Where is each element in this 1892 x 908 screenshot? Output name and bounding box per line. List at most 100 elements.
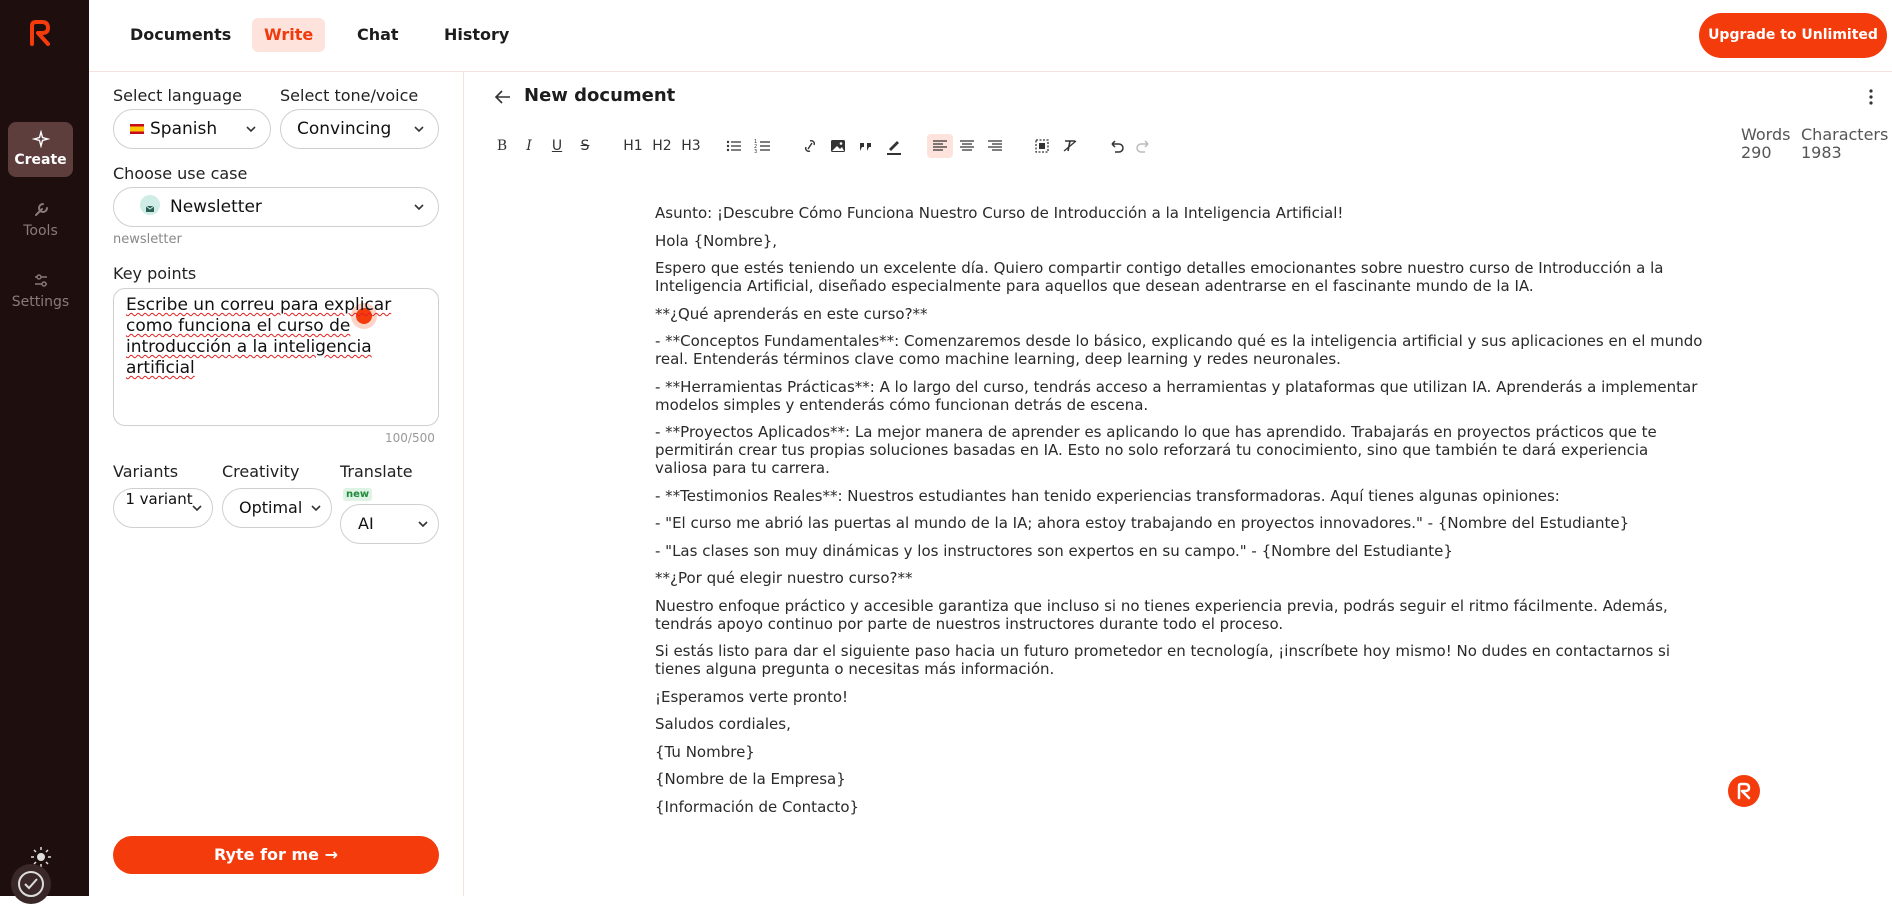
tone-select[interactable]: Convincing xyxy=(280,109,439,149)
check-clock-icon xyxy=(18,871,44,897)
app-rail: Create Tools Settings xyxy=(0,0,89,904)
doc-paragraph: **¿Por qué elegir nuestro curso?** xyxy=(655,569,913,587)
document-body[interactable]: Asunto: ¡Descubre Cómo Funciona Nuestro … xyxy=(655,204,1705,825)
spain-flag-icon xyxy=(130,124,144,134)
usecase-select[interactable]: Newsletter xyxy=(113,187,439,227)
numbered-list-icon[interactable]: 123 xyxy=(754,134,772,158)
h2-button[interactable]: H2 xyxy=(651,134,673,158)
ryte-logo-icon xyxy=(1737,782,1751,800)
chevron-down-icon xyxy=(418,521,428,528)
bold-button[interactable]: B xyxy=(493,134,511,158)
usecase-label: Choose use case xyxy=(113,164,248,183)
rail-settings[interactable]: Settings xyxy=(8,264,73,319)
h1-button[interactable]: H1 xyxy=(622,134,644,158)
h3-button[interactable]: H3 xyxy=(680,134,702,158)
tab-chat[interactable]: Chat xyxy=(345,18,411,52)
doc-paragraph: - "Las clases son muy dinámicas y los in… xyxy=(655,541,1453,560)
document-title[interactable]: New document xyxy=(524,85,675,106)
doc-paragraph: Espero que estés teniendo un excelente d… xyxy=(655,259,1664,295)
rail-settings-label: Settings xyxy=(11,294,70,310)
select-all-icon[interactable] xyxy=(1033,134,1051,158)
underline-button[interactable]: U xyxy=(548,134,566,158)
wrench-icon xyxy=(34,203,48,216)
svg-text:3: 3 xyxy=(754,149,757,155)
doc-paragraph: Si estás listo para dar el siguiente pas… xyxy=(655,642,1671,678)
language-value: Spanish xyxy=(150,119,218,139)
doc-paragraph: - **Conceptos Fundamentales**: Comenzare… xyxy=(655,332,1703,368)
doc-paragraph: {Tu Nombre} xyxy=(655,742,755,761)
characters-value: 1983 xyxy=(1801,143,1842,162)
tab-documents[interactable]: Documents xyxy=(118,18,243,52)
doc-paragraph: - **Testimonios Reales**: Nuestros estud… xyxy=(655,486,1560,505)
link-icon[interactable] xyxy=(801,134,819,158)
character-count: Characters 1983 xyxy=(1801,126,1888,162)
tab-write[interactable]: Write xyxy=(252,18,326,52)
usecase-value: Newsletter xyxy=(170,197,262,217)
doc-paragraph: ¡Esperamos verte pronto! xyxy=(655,687,849,706)
chevron-down-icon xyxy=(246,126,256,133)
variants-label: Variants xyxy=(113,462,179,481)
align-center-icon[interactable] xyxy=(958,134,976,158)
rail-tools[interactable]: Tools xyxy=(8,193,73,248)
arrow-left-icon[interactable] xyxy=(494,88,512,106)
upgrade-button[interactable]: Upgrade to Unlimited xyxy=(1699,13,1887,58)
italic-button[interactable]: I xyxy=(520,134,538,158)
clear-format-icon[interactable] xyxy=(1061,134,1079,158)
tone-label: Select tone/voice xyxy=(280,86,419,105)
avatar[interactable] xyxy=(11,864,51,904)
language-select[interactable]: Spanish xyxy=(113,109,271,149)
doc-paragraph: - **Herramientas Prácticas**: A lo largo… xyxy=(655,377,1698,414)
doc-paragraph: {Información de Contacto} xyxy=(655,797,860,816)
creativity-label: Creativity xyxy=(222,462,300,481)
words-value: 290 xyxy=(1741,143,1772,162)
usecase-hint: newsletter xyxy=(113,232,182,247)
creativity-value: Optimal xyxy=(239,498,303,517)
language-label: Select language xyxy=(113,86,242,105)
sparkles-icon xyxy=(31,130,50,148)
doc-paragraph: - **Proyectos Aplicados**: La mejor mane… xyxy=(655,423,1657,477)
doc-paragraph: Saludos cordiales, xyxy=(655,715,791,733)
variants-value: 1 variant xyxy=(125,490,193,508)
align-left-icon[interactable] xyxy=(927,134,953,158)
undo-icon[interactable] xyxy=(1107,134,1125,158)
mail-icon xyxy=(140,195,160,215)
ryte-for-me-button[interactable]: Ryte for me → xyxy=(113,836,439,874)
characters-label: Characters xyxy=(1801,125,1889,144)
doc-paragraph: **¿Qué aprenderás en este curso?** xyxy=(655,304,928,323)
redo-icon[interactable] xyxy=(1135,134,1153,158)
doc-paragraph: Asunto: ¡Descubre Cómo Funciona Nuestro … xyxy=(655,204,1344,222)
ryte-logo-icon[interactable] xyxy=(28,20,52,46)
settings-panel: Select language Select tone/voice Spanis… xyxy=(89,72,464,896)
chevron-down-icon xyxy=(414,126,424,133)
chevron-down-icon xyxy=(311,505,321,512)
translate-label: Translate xyxy=(340,462,413,481)
variants-select[interactable]: 1 variant xyxy=(113,488,213,528)
tone-value: Convincing xyxy=(297,119,392,139)
chevron-down-icon xyxy=(192,505,202,512)
more-vertical-icon[interactable] xyxy=(1868,88,1874,106)
image-icon[interactable] xyxy=(829,134,847,158)
words-label: Words xyxy=(1741,125,1791,144)
translate-value: AI xyxy=(358,514,374,533)
assistant-button[interactable] xyxy=(1728,775,1760,807)
tab-history[interactable]: History xyxy=(432,18,521,52)
word-count: Words 290 xyxy=(1741,126,1790,162)
doc-paragraph: Hola {Nombre}, xyxy=(655,231,778,250)
quote-icon[interactable] xyxy=(857,134,875,158)
keypoints-text: Escribe un correu para explicar como fun… xyxy=(126,295,392,378)
doc-paragraph: Nuestro enfoque práctico y accesible gar… xyxy=(655,596,1668,633)
align-right-icon[interactable] xyxy=(986,134,1004,158)
doc-paragraph: - "El curso me abrió las puertas al mund… xyxy=(655,514,1630,532)
strikethrough-button[interactable]: S xyxy=(576,134,594,158)
highlight-pen-icon[interactable] xyxy=(885,134,903,158)
new-badge: new xyxy=(343,488,373,501)
rail-tools-label: Tools xyxy=(23,223,58,239)
bullet-list-icon[interactable] xyxy=(725,134,743,158)
rail-create[interactable]: Create xyxy=(8,122,73,177)
creativity-select[interactable]: Optimal xyxy=(222,488,332,528)
translate-select[interactable]: AI xyxy=(340,504,439,544)
keypoints-counter: 100/500 xyxy=(385,431,435,445)
keypoints-label: Key points xyxy=(113,264,197,283)
doc-paragraph: {Nombre de la Empresa} xyxy=(655,770,846,788)
keypoints-textarea[interactable]: Escribe un correu para explicar como fun… xyxy=(113,288,439,426)
